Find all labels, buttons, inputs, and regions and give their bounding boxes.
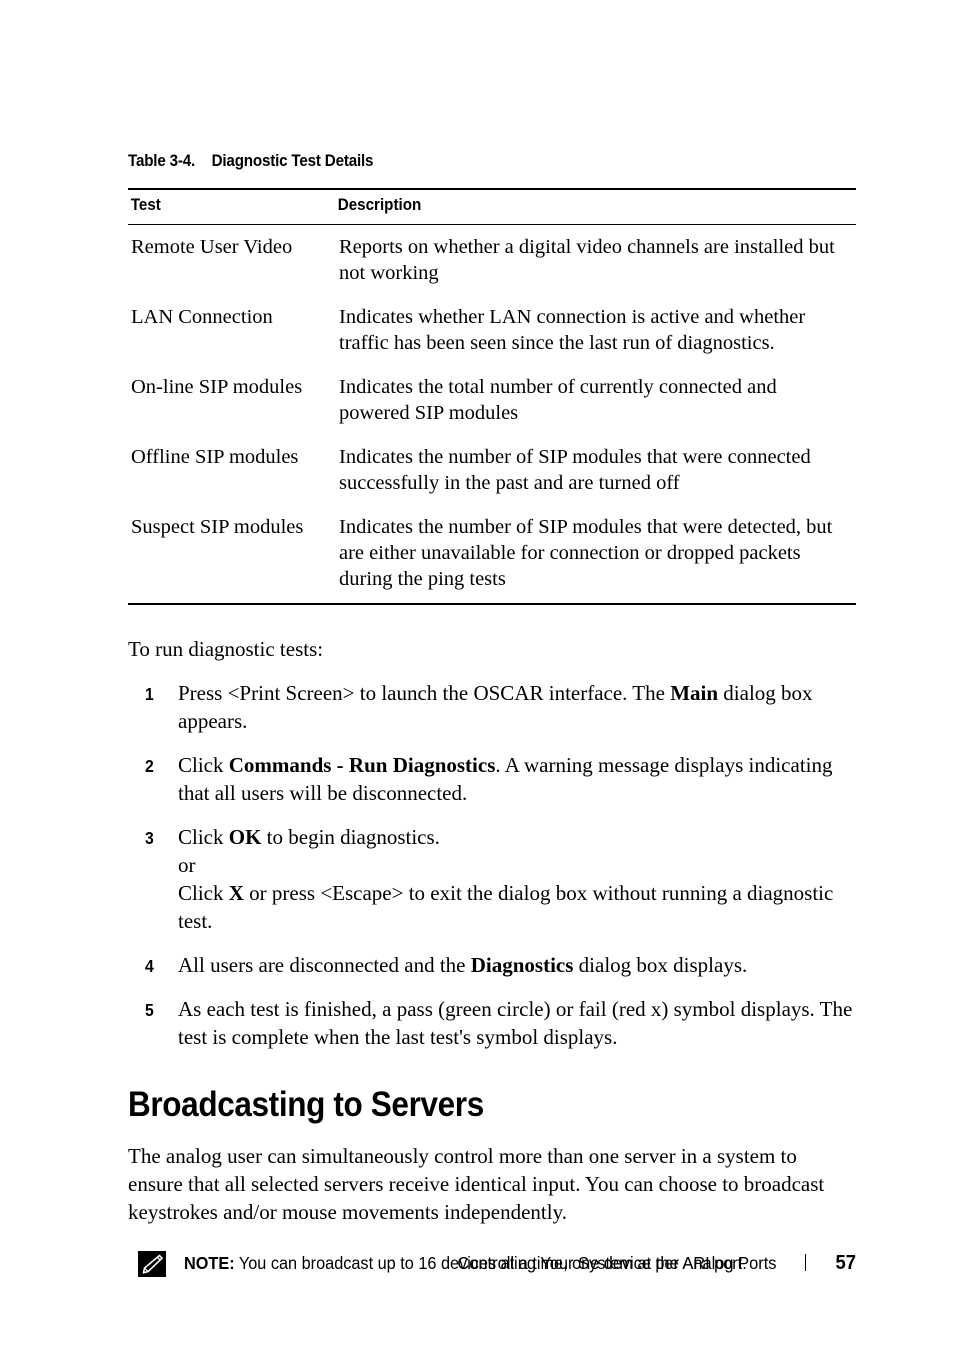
cell-test: Remote User Video <box>131 236 293 258</box>
step-emphasis: X <box>228 881 244 905</box>
step-run: or press <Escape> to exit the dialog box… <box>178 881 834 933</box>
step-text: Click OK to begin diagnostics. or Click X … <box>178 825 833 933</box>
step-run: Click <box>178 753 229 777</box>
table-row: On-line SIP modules Indicates the total n… <box>128 365 856 435</box>
cell-test: Offline SIP modules <box>131 446 299 468</box>
cell-description: Indicates the number of SIP modules that… <box>339 446 811 494</box>
cell-description: Indicates the number of SIP modules that… <box>339 516 833 590</box>
step-run: Click <box>178 825 229 849</box>
procedure-step: 5 As each test is finished, a pass (green… <box>128 995 856 1051</box>
table-row: Offline SIP modules Indicates the number … <box>128 435 856 505</box>
page-number: 57 <box>835 1252 856 1274</box>
procedure-step-list: 1 Press <Print Screen> to launch the OSCA… <box>128 679 856 1051</box>
procedure-lead-in: To run diagnostic tests: <box>128 637 324 661</box>
page-content: Table 3-4. Diagnostic Test Details Test D… <box>128 152 856 1277</box>
column-header-description: Description <box>335 188 815 225</box>
step-number: 3 <box>145 828 154 848</box>
footer-separator <box>805 1254 806 1271</box>
step-text: As each test is finished, a pass (green … <box>178 997 852 1049</box>
table-row: Suspect SIP modules Indicates the number … <box>128 505 856 603</box>
table-bottom-rule <box>128 603 856 605</box>
cell-test: On-line SIP modules <box>131 376 303 398</box>
step-run: Press <Print Screen> to launch the OSCAR… <box>178 681 671 705</box>
step-number: 4 <box>145 956 154 976</box>
footer-title: Controlling Your System at the Analog Po… <box>457 1253 777 1273</box>
cell-test: Suspect SIP modules <box>131 516 304 538</box>
procedure-step: 3 Click OK to begin diagnostics. or Click X… <box>128 823 856 935</box>
procedure-step: 2 Click Commands - Run Diagnostics. A war… <box>128 751 856 807</box>
step-number: 2 <box>145 756 154 776</box>
table-body: Remote User Video Reports on whether a di… <box>128 225 856 604</box>
column-header-test: Test <box>128 188 319 225</box>
table-header-row: Test Description <box>128 188 856 225</box>
step-emphasis: OK <box>228 825 262 849</box>
cell-description: Reports on whether a digital video chann… <box>339 236 835 284</box>
table-caption-text: Diagnostic Test Details <box>211 152 374 170</box>
step-emphasis: Diagnostics <box>470 953 574 977</box>
table-header: Test Description <box>128 188 856 225</box>
table-number: Table 3-4. <box>128 152 196 170</box>
procedure-step: 1 Press <Print Screen> to launch the OSCA… <box>128 679 856 735</box>
step-run: All users are disconnected and the <box>178 953 471 977</box>
cell-description: Indicates whether LAN connection is acti… <box>339 306 806 354</box>
diagnostic-test-table: Test Description Remote User Video Report… <box>128 188 856 603</box>
section-paragraph: The analog user can simultaneously contr… <box>128 1144 825 1224</box>
step-text: Press <Print Screen> to launch the OSCAR… <box>178 681 813 733</box>
step-run: dialog box displays. <box>573 953 748 977</box>
table-caption: Table 3-4. Diagnostic Test Details <box>128 152 798 171</box>
table-row: LAN Connection Indicates whether LAN conn… <box>128 295 856 365</box>
cell-description: Indicates the total number of currently … <box>339 376 777 424</box>
step-run: Click <box>178 881 229 905</box>
step-number: 1 <box>145 684 154 704</box>
step-text: Click Commands - Run Diagnostics. A warn… <box>178 753 833 805</box>
step-run: to begin diagnostics. <box>261 825 440 849</box>
page-footer: Controlling Your System at the Analog Po… <box>128 1252 856 1275</box>
step-emphasis: Commands - Run Diagnostics <box>228 753 496 777</box>
step-run: As each test is finished, a pass (green … <box>178 997 853 1049</box>
page-title: Broadcasting to Servers <box>128 1085 484 1124</box>
step-emphasis: Main <box>670 681 719 705</box>
step-number: 5 <box>145 1000 154 1020</box>
step-run: or <box>178 853 196 877</box>
table-row: Remote User Video Reports on whether a di… <box>128 225 856 296</box>
procedure-step: 4 All users are disconnected and the Diag… <box>128 951 856 979</box>
step-text: All users are disconnected and the Diagn… <box>178 953 747 977</box>
cell-test: LAN Connection <box>131 306 273 328</box>
document-page: Table 3-4. Diagnostic Test Details Test D… <box>0 0 954 1352</box>
